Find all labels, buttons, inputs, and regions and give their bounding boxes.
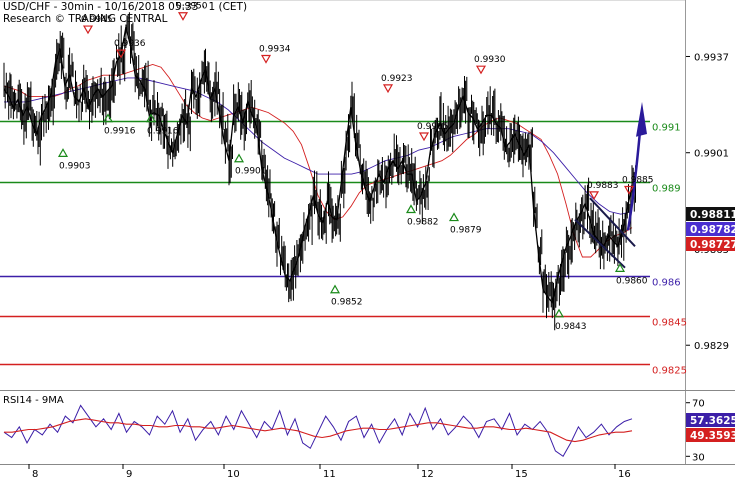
rsi-ma-line <box>4 418 633 443</box>
price-bars <box>3 12 636 331</box>
date-axis: 8 9 10 11 12 15 16 <box>28 464 631 480</box>
high-label: 0.9883 <box>587 181 619 191</box>
high-marker-icon <box>475 65 487 75</box>
high-marker-icon <box>82 25 94 35</box>
high-label: 0.9905 <box>417 122 449 132</box>
low-marker-icon <box>57 148 69 157</box>
price-axis: 0.99370.99010.98650.98290.988110.987820.… <box>686 52 735 352</box>
date-tick-label: 9 <box>126 469 132 480</box>
rsi-lines <box>3 404 633 458</box>
price-tick-label: 0.9829 <box>694 341 729 352</box>
low-label: 0.9882 <box>407 218 439 228</box>
rsi-title: RSI14 - 9MA <box>3 395 64 406</box>
rsi-axis: 70 30 57.3625 49.3593 <box>686 399 735 463</box>
chart-credit: Research © TRADING CENTRAL <box>3 13 168 25</box>
price-bars-path <box>3 12 636 331</box>
rsi-box-label: 57.3625 <box>690 415 735 427</box>
date-tick-label: 11 <box>323 469 336 480</box>
low-label: 0.9843 <box>555 322 587 332</box>
price-box-label: 0.98811 <box>690 209 735 221</box>
level-label: 0.986 <box>652 278 681 289</box>
high-label: 0.9885 <box>622 176 654 186</box>
projection-arrow-icon <box>636 101 647 137</box>
price-tick-label: 0.9901 <box>694 149 729 160</box>
date-tick-label: 10 <box>227 469 240 480</box>
date-tick-label: 12 <box>421 469 434 480</box>
date-tick-label: 15 <box>515 469 528 480</box>
chart-title: USD/CHF - 30min - 10/16/2018 05:33 · 1 (… <box>3 1 248 13</box>
rsi-line <box>3 404 633 458</box>
rsi-box-label: 49.3593 <box>690 430 735 442</box>
low-label: 0.9879 <box>450 226 482 236</box>
low-label: 0.9916 <box>104 127 136 137</box>
level-label: 0.989 <box>652 184 681 195</box>
high-marker-icon <box>382 84 394 94</box>
price-panel: 0.9910.9890.9860.98450.9825 0.99450.9936… <box>0 0 735 464</box>
high-label: 0.9923 <box>381 74 413 84</box>
low-marker-icon <box>405 204 417 214</box>
date-tick-label: 8 <box>32 469 38 480</box>
low-marker-icon <box>233 153 245 163</box>
low-marker-icon <box>329 284 341 294</box>
low-marker-icon <box>448 212 460 222</box>
level-label: 0.9825 <box>652 366 687 377</box>
rsi-tick-label: 30 <box>692 452 705 463</box>
low-label: 0.9916 <box>147 127 179 137</box>
low-label: 0.9903 <box>59 161 91 171</box>
price-box-label: 0.98727 <box>690 239 735 251</box>
rsi-panel: 70 30 57.3625 49.3593 RSI14 - 9MA <box>3 395 735 463</box>
low-label: 0.9901 <box>235 167 267 177</box>
high-marker-icon <box>177 12 189 21</box>
high-marker-icon <box>418 132 430 142</box>
high-marker-icon <box>260 54 272 64</box>
high-marker-icon <box>588 191 600 201</box>
high-label: 0.9930 <box>474 55 506 65</box>
high-label: 0.9936 <box>114 39 146 49</box>
level-label: 0.9845 <box>652 318 687 329</box>
price-tick-label: 0.9937 <box>694 52 729 63</box>
usdchf-chart: 0.9910.9890.9860.98450.9825 0.99450.9936… <box>0 0 735 480</box>
price-box-label: 0.98782 <box>690 224 735 236</box>
level-label: 0.991 <box>652 123 681 134</box>
low-label: 0.9852 <box>331 298 363 308</box>
rsi-tick-label: 70 <box>692 399 705 410</box>
date-tick-label: 16 <box>618 469 631 480</box>
high-label: 0.9934 <box>259 44 291 54</box>
low-label: 0.9860 <box>616 276 648 286</box>
